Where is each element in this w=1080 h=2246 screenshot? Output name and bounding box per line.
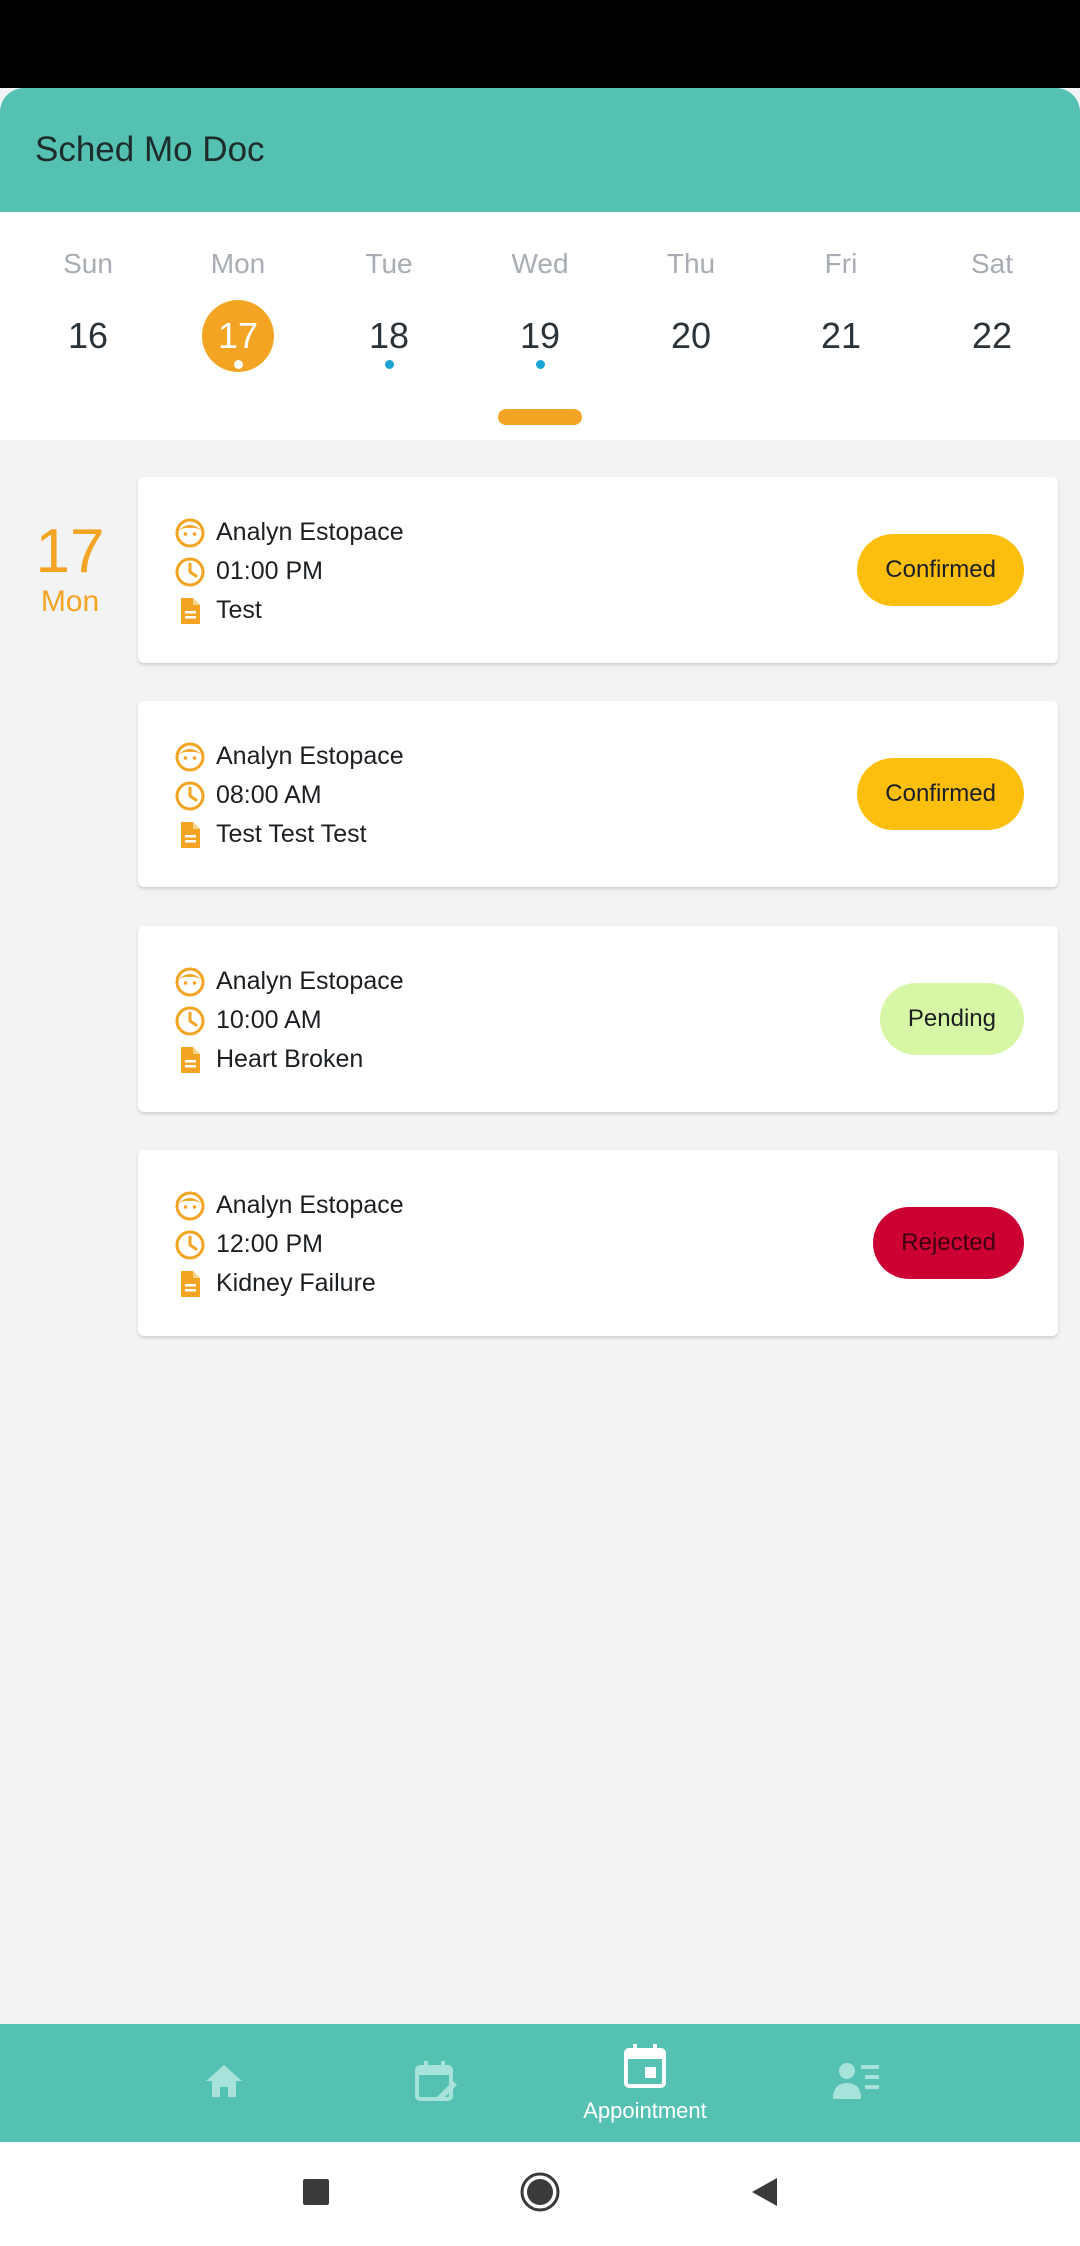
appointment-time: 08:00 AM	[216, 781, 322, 809]
day-number: 19	[519, 315, 561, 356]
appointment-card[interactable]: Analyn Estopace 01:00 PM Test Confirmed	[138, 477, 1058, 663]
agenda-date-weekday: Mon	[40, 585, 100, 618]
app-title: Sched Mo Doc	[35, 130, 265, 169]
clock-icon	[174, 1229, 206, 1261]
day-name: Wed	[511, 248, 569, 279]
agenda-date: 17 Mon	[20, 520, 120, 620]
day-mon[interactable]: Mon 17	[163, 212, 313, 412]
nav-home[interactable]	[134, 2024, 314, 2142]
patient-name: Analyn Estopace	[216, 1191, 404, 1219]
appointment-card[interactable]: Analyn Estopace 08:00 AM Test Test Test …	[138, 701, 1058, 887]
event-dot	[385, 360, 394, 369]
appointment-card[interactable]: Analyn Estopace 12:00 PM Kidney Failure …	[138, 1150, 1058, 1336]
recents-button[interactable]	[290, 2168, 342, 2220]
patient-face-icon	[174, 1190, 206, 1222]
day-name: Fri	[824, 248, 858, 279]
day-name: Mon	[210, 248, 266, 279]
document-icon	[174, 595, 206, 627]
day-tue[interactable]: Tue 18	[314, 212, 464, 412]
day-name: Sat	[970, 248, 1014, 279]
agenda-date-number: 17	[35, 517, 105, 586]
document-icon	[174, 1268, 206, 1300]
back-triangle-icon	[749, 2176, 779, 2213]
day-wed[interactable]: Wed 19	[465, 212, 615, 412]
day-name: Thu	[666, 248, 716, 279]
appointment-time: 10:00 AM	[216, 1006, 322, 1034]
day-number: 20	[670, 315, 712, 356]
day-number: 21	[820, 315, 862, 356]
patient-name: Analyn Estopace	[216, 967, 404, 995]
patient-face-icon	[174, 517, 206, 549]
appointment-reason: Test Test Test	[216, 820, 367, 848]
document-icon	[174, 1044, 206, 1076]
profile-list-icon	[831, 2059, 881, 2108]
patient-name: Analyn Estopace	[216, 742, 404, 770]
event-dot	[234, 360, 243, 369]
nav-schedule[interactable]	[345, 2024, 525, 2142]
appointment-reason: Heart Broken	[216, 1045, 364, 1073]
appointment-time: 01:00 PM	[216, 557, 324, 585]
back-button[interactable]	[738, 2168, 790, 2220]
appointment-reason: Kidney Failure	[216, 1269, 376, 1297]
day-sun[interactable]: Sun 16	[13, 212, 163, 412]
week-strip[interactable]: Sun 16 Mon 17 Tue 18 Wed 19 Thu 20 Fri 2…	[0, 212, 1080, 440]
status-badge: Pending	[879, 983, 1024, 1055]
event-dot	[536, 360, 545, 369]
expand-handle[interactable]	[498, 409, 582, 425]
circle-icon	[519, 2171, 561, 2218]
appointment-card[interactable]: Analyn Estopace 10:00 AM Heart Broken Pe…	[138, 926, 1058, 1112]
clock-icon	[174, 556, 206, 588]
system-navigation-bar	[0, 2142, 1080, 2246]
status-badge: Rejected	[873, 1207, 1024, 1279]
appointment-time: 12:00 PM	[216, 1230, 324, 1258]
square-icon	[302, 2178, 330, 2211]
day-name: Sun	[63, 248, 113, 279]
day-number: 22	[971, 315, 1013, 356]
day-name: Tue	[365, 248, 413, 279]
appointment-reason: Test	[216, 596, 262, 624]
bottom-navigation: Appointment	[0, 2024, 1080, 2142]
day-number: 17	[217, 315, 259, 356]
day-thu[interactable]: Thu 20	[616, 212, 766, 412]
nav-appointment-label: Appointment	[583, 2097, 707, 2123]
clock-icon	[174, 780, 206, 812]
status-badge: Confirmed	[857, 758, 1024, 830]
status-bar	[0, 0, 1080, 88]
calendar-icon	[623, 2043, 667, 2094]
day-number: 16	[67, 315, 109, 356]
patient-face-icon	[174, 966, 206, 998]
home-button[interactable]	[514, 2168, 566, 2220]
patient-name: Analyn Estopace	[216, 518, 404, 546]
nav-appointment[interactable]: Appointment	[555, 2024, 735, 2142]
status-badge: Confirmed	[857, 534, 1024, 606]
home-icon	[200, 2057, 248, 2110]
day-number: 18	[368, 315, 410, 356]
nav-profile[interactable]	[766, 2024, 946, 2142]
patient-face-icon	[174, 741, 206, 773]
day-sat[interactable]: Sat 22	[917, 212, 1067, 412]
document-icon	[174, 819, 206, 851]
app-bar: Sched Mo Doc	[0, 88, 1080, 212]
clock-icon	[174, 1005, 206, 1037]
day-fri[interactable]: Fri 21	[766, 212, 916, 412]
calendar-edit-icon	[411, 2057, 459, 2110]
